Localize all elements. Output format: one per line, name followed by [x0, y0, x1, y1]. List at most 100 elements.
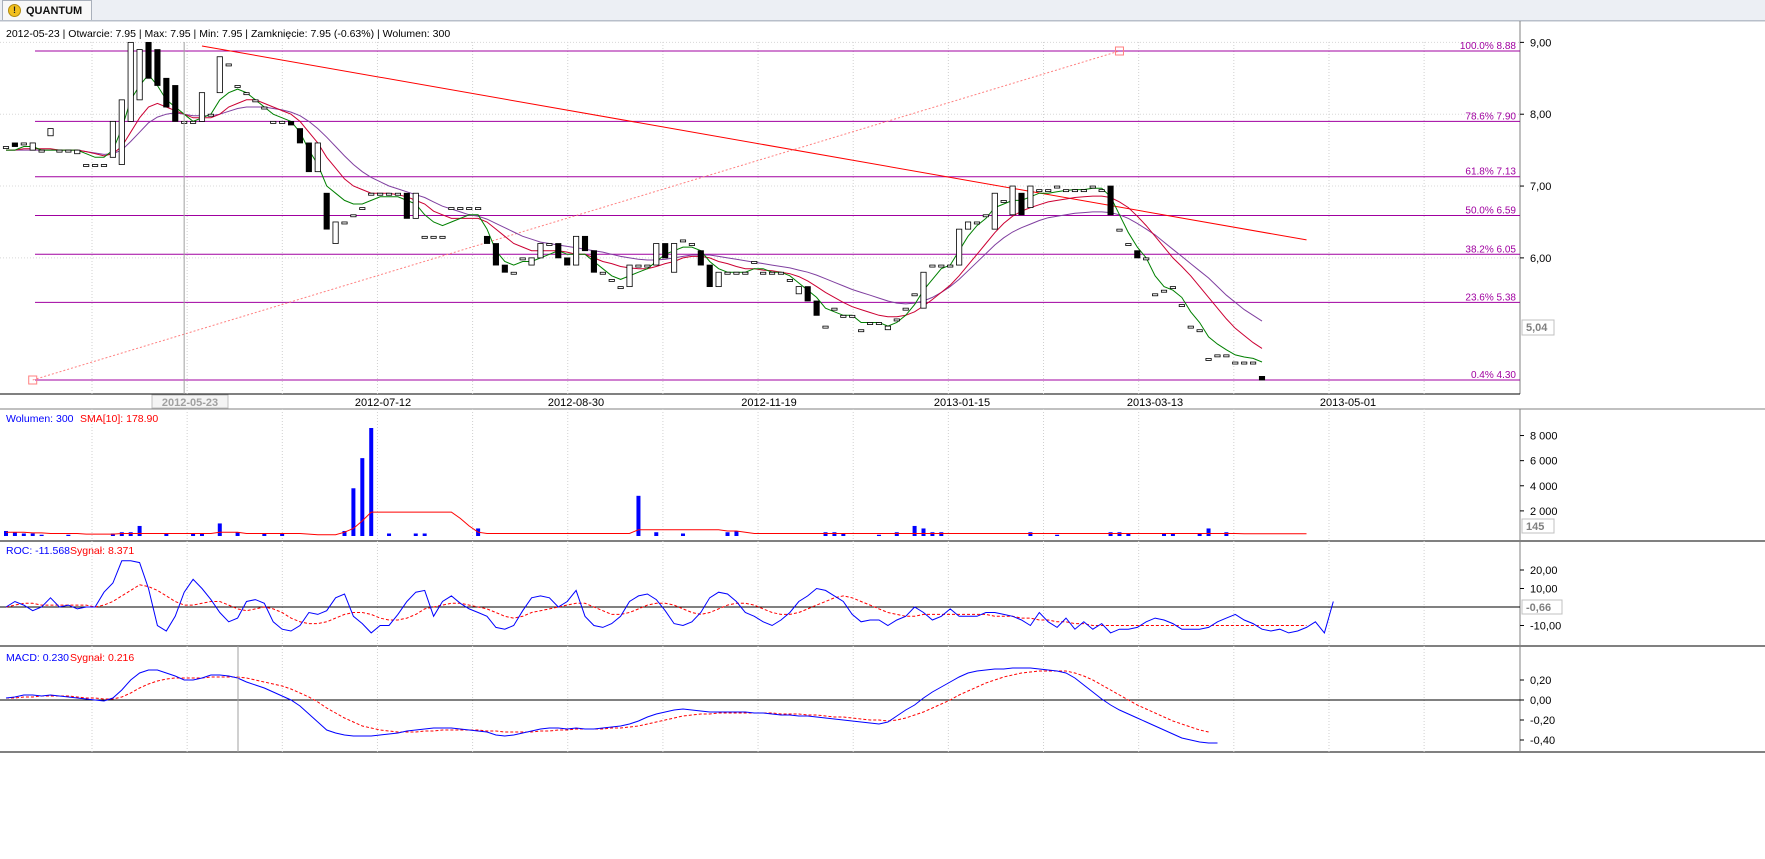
candle-33 — [296, 128, 304, 144]
candle-89 — [795, 286, 802, 295]
volume-ytick-label-1: 6 000 — [1530, 456, 1558, 468]
fib-label-4: 38.2% 6.05 — [1465, 244, 1516, 255]
candle-115 — [1027, 185, 1034, 208]
candle-132 — [1178, 304, 1185, 307]
candle-140 — [1250, 361, 1257, 365]
sma-slow-line — [6, 106, 1263, 322]
macd-ytick-label-0: 0,20 — [1530, 675, 1551, 687]
volume-sma-line — [6, 511, 1307, 536]
fib-label-0: 100.0% 8.88 — [1460, 41, 1517, 52]
candle-48 — [430, 235, 437, 239]
candle-79 — [706, 264, 713, 288]
roc-ytick-label-0: 20,00 — [1530, 565, 1558, 577]
candle-93 — [831, 307, 838, 311]
candle-66 — [590, 250, 597, 273]
candle-99 — [884, 325, 891, 331]
candle-107 — [956, 228, 963, 266]
roc-signal-line — [5, 584, 1307, 626]
volume-bar-115 — [1028, 532, 1033, 536]
candle-65 — [581, 235, 589, 252]
candle-10 — [92, 164, 99, 167]
candle-9 — [83, 164, 90, 167]
candle-23 — [207, 113, 214, 117]
candle-73 — [653, 243, 660, 266]
candle-106 — [947, 264, 954, 268]
candle-8 — [74, 149, 81, 155]
candle-120 — [1071, 189, 1078, 193]
volume-label: Wolumen: 300 — [6, 413, 74, 425]
volume-bar-73 — [654, 532, 659, 536]
chart-area[interactable]: 2012-05-23 | Otwarcie: 7.95 | Max: 7.95 … — [0, 0, 1765, 859]
candle-84 — [751, 261, 758, 264]
candle-96 — [858, 329, 865, 333]
volume-bar-40 — [360, 458, 365, 536]
price-panel: 9,00 8,00 7,00 6,00 100.0% 8.88 78.6% 7.90 61.… — [0, 37, 1555, 409]
candle-14 — [127, 41, 134, 122]
candle-121 — [1080, 189, 1087, 193]
candle-118 — [1054, 185, 1061, 189]
volume-bar-82 — [734, 530, 739, 536]
candle-74 — [662, 243, 669, 259]
macd-label: MACD: 0.230 — [6, 652, 69, 664]
volume-bar-41 — [369, 428, 374, 536]
candle-108 — [964, 221, 972, 230]
candle-16 — [145, 41, 152, 79]
candle-92 — [822, 325, 829, 329]
candle-36 — [323, 192, 330, 230]
roc-panel: ROC: -11.568 Sygnał: 8.371 20,00 10,00 -10,0… — [0, 545, 1563, 634]
candle-117 — [1045, 189, 1052, 193]
candle-39 — [350, 214, 357, 218]
candle-57 — [510, 271, 517, 275]
candle-52 — [466, 207, 473, 210]
candle-109 — [973, 221, 981, 225]
macd-ytick-label-2: -0,20 — [1530, 715, 1555, 727]
candle-98 — [875, 322, 883, 325]
candle-32 — [287, 120, 295, 126]
candle-78 — [697, 250, 704, 266]
candle-134 — [1196, 329, 1203, 333]
candle-85 — [760, 271, 767, 275]
candle-15 — [136, 49, 143, 101]
candle-111 — [991, 192, 998, 230]
macd-ytick-label-3: -0,40 — [1530, 735, 1555, 747]
volume-bar-104 — [930, 532, 935, 536]
candle-30 — [270, 120, 277, 124]
candle-128 — [1143, 257, 1150, 261]
volume-bar-81 — [725, 532, 730, 536]
candle-56 — [501, 264, 508, 273]
candle-0 — [2, 146, 10, 149]
macd-signal-label: Sygnał: 0.216 — [70, 652, 134, 664]
candle-113 — [1009, 185, 1016, 216]
candle-125 — [1116, 228, 1123, 232]
candle-46 — [412, 192, 419, 219]
volume-ytick-label-3: 2 000 — [1530, 506, 1558, 518]
candle-122 — [1089, 185, 1096, 189]
macd-panel: MACD: 0.230 Sygnał: 0.216 0,20 0,00 -0,20 -0,… — [0, 646, 1555, 752]
price-xtick-label-1: 2012-07-12 — [355, 397, 411, 409]
price-xtick-label-6: 2013-05-01 — [1320, 397, 1376, 409]
candle-28 — [252, 99, 259, 103]
candle-17 — [154, 49, 161, 86]
candle-100 — [893, 318, 900, 322]
candle-138 — [1232, 361, 1239, 365]
volume-bar-3 — [30, 533, 35, 536]
candle-60 — [537, 243, 544, 259]
candle-82 — [733, 271, 740, 275]
candle-76 — [679, 239, 687, 243]
trendline-0 — [201, 45, 1307, 241]
volume-last-value: 145 — [1526, 521, 1544, 533]
candle-12 — [109, 120, 116, 158]
volume-bar-43 — [387, 533, 392, 536]
candle-101 — [902, 307, 909, 311]
candle-1 — [11, 142, 18, 147]
candle-88 — [786, 279, 793, 282]
candle-47 — [421, 235, 428, 239]
candle-38 — [341, 221, 348, 225]
price-ytick-label-3: 6,00 — [1530, 253, 1551, 265]
volume-bar-93 — [832, 532, 837, 536]
volume-bar-24 — [217, 523, 222, 536]
volume-bar-102 — [912, 525, 917, 536]
candle-22 — [198, 92, 206, 122]
volume-bar-76 — [680, 533, 685, 536]
fib-label-2: 61.8% 7.13 — [1465, 167, 1516, 178]
